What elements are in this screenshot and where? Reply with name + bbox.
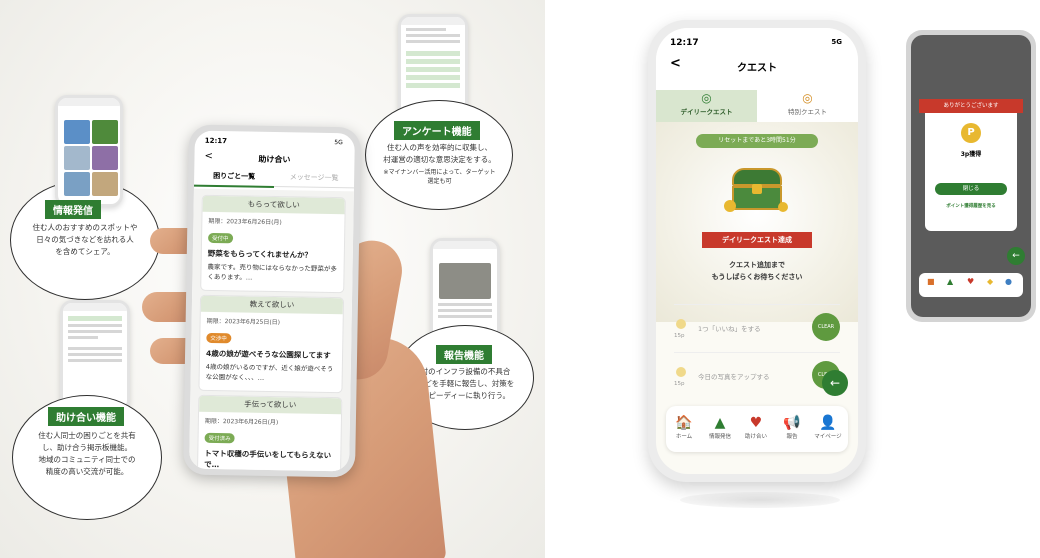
wait-message-line1: クエスト追加まで — [729, 261, 785, 269]
card-deadline: 期限：2023年6月26日(月) — [208, 217, 282, 227]
quest-points: 15p — [674, 333, 685, 339]
quest-phone-screen: 12:17 5G < クエスト ◎ デイリークエスト ◎ 特別クエスト リセット… — [656, 28, 858, 474]
home-icon: ■ — [927, 277, 935, 286]
survey-tag: アンケート機能 — [394, 121, 480, 140]
card-title: 野菜をもらってくれませんか？ — [207, 248, 313, 260]
request-card[interactable]: 教えて欲しい 期限：2023年6月25日(日) 交渉中 4歳の娘が遊べそうな公園… — [198, 294, 345, 394]
back-arrow-icon[interactable]: ← — [1007, 247, 1025, 265]
stage: 情報発信 住む人のおすすめのスポットや 日々の気づきなどを訪れる人 を含めてシェ… — [0, 0, 1040, 558]
tab-messages[interactable]: メッセージ一覧 — [273, 172, 355, 189]
card-deadline: 期限：2023年6月26日(月) — [204, 417, 279, 427]
status-badge: 受付済み — [204, 432, 235, 444]
survey-description: 住む人の声を効率的に収集し、 村運営の適切な意思決定をする。 — [383, 143, 496, 164]
nav-mypage[interactable]: 👤 マイページ — [810, 414, 846, 440]
points-history-link[interactable]: ポイント獲得履歴を見る — [925, 203, 1017, 209]
request-card[interactable]: もらって欲しい 期限：2023年6月26日(月) 受付中 野菜をもらってくれませ… — [200, 194, 346, 294]
reset-timer: リセットまであと3時間51分 — [696, 134, 818, 148]
report-tag: 報告機能 — [436, 345, 492, 364]
info-mini-phone — [55, 95, 123, 207]
reward-phone: ありがとうございます P 3p獲得 閉じる ポイント獲得履歴を見る ← ■ ▲ … — [906, 30, 1036, 322]
treasure-chest-icon — [724, 168, 788, 212]
clear-badge: CLEAR — [812, 313, 840, 341]
tab-label: デイリークエスト — [680, 108, 733, 116]
status-time: 12:17 — [670, 38, 699, 48]
page-title: クエスト — [737, 63, 777, 74]
heart-icon: ♥ — [967, 277, 975, 286]
nav-home[interactable]: 🏠 ホーム — [666, 414, 702, 440]
info-description: 住む人のおすすめのスポットや 日々の気づきなどを訪れる人 を含めてシェア。 — [32, 223, 138, 256]
close-button[interactable]: 閉じる — [935, 183, 1007, 195]
nav-help[interactable]: ♥ 助け合い — [738, 414, 774, 440]
status-badge: 受付中 — [208, 232, 233, 244]
back-arrow-icon[interactable]: ← — [822, 370, 848, 396]
home-icon: 🏠 — [675, 415, 693, 431]
page-title: 助け合い — [258, 154, 291, 165]
megaphone-icon: ◆ — [987, 277, 994, 286]
card-category: 手伝って欲しい — [199, 395, 342, 415]
card-category: 教えて欲しい — [200, 295, 344, 315]
tab-label: 特別クエスト — [788, 108, 827, 116]
coin-icon — [676, 319, 686, 329]
card-deadline: 期限：2023年6月25日(日) — [206, 317, 281, 327]
bottom-nav: 🏠 ホーム ▲ 情報発信 ♥ 助け合い 📢 報告 👤 マイページ — [666, 406, 848, 452]
help-description: 住む人同士の困りごとを共有 し、助け合う掲示板機能。 地域のコミュニティ同士での… — [38, 431, 136, 476]
points-earned: 3p獲得 — [960, 151, 982, 158]
achievement-banner: デイリークエスト達成 — [702, 232, 812, 248]
quest-phone: 12:17 5G < クエスト ◎ デイリークエスト ◎ 特別クエスト リセット… — [648, 20, 866, 482]
tree-icon: ▲ — [714, 415, 726, 431]
coin-icon — [676, 367, 686, 377]
quest-row[interactable]: 15p 今日の写真をアップする CLEAR — [674, 352, 840, 400]
tab-daily-quest[interactable]: ◎ デイリークエスト — [656, 90, 757, 122]
tab-troubles[interactable]: 困りごと一覧 — [193, 170, 275, 189]
tree-icon: ▲ — [947, 277, 954, 286]
card-title: トマト収穫の手伝いをしてもらえないで… — [204, 448, 332, 470]
quest-points: 15p — [674, 381, 685, 387]
quest-row[interactable]: 15p 1つ「いいね」をする CLEAR — [674, 304, 840, 352]
wait-message-line2: もうしばらくお待ちください — [711, 273, 803, 281]
thanks-banner: ありがとうございます — [919, 99, 1023, 113]
nav-info[interactable]: ▲ 情報発信 — [702, 414, 738, 440]
card-body: 農家です。売り物にはならなかった野菜が多くあります。… — [207, 262, 337, 282]
quest-text: 今日の写真をアップする — [698, 373, 770, 381]
target-icon: ◎ — [701, 91, 712, 105]
reward-phone-screen: ありがとうございます P 3p獲得 閉じる ポイント獲得履歴を見る ← ■ ▲ … — [911, 35, 1031, 317]
status-badge: 交渉中 — [206, 332, 231, 344]
target-icon: ◎ — [802, 91, 813, 105]
nav-report[interactable]: 📢 報告 — [774, 414, 810, 440]
tab-special-quest[interactable]: ◎ 特別クエスト — [757, 90, 858, 122]
request-card[interactable]: 手伝って欲しい 期限：2023年6月26日(月) 受付済み トマト収穫の手伝いを… — [196, 394, 343, 472]
megaphone-icon: 📢 — [783, 415, 801, 431]
survey-note: ※マイナンバー活用によって、ターゲット 選定も可 — [383, 169, 496, 185]
main-phone-screen: 12:17 5G < 助け合い 困りごと一覧 メッセージ一覧 もらって欲しい 期… — [189, 130, 355, 472]
card-title: 4歳の娘が遊べそうな公園探してます — [205, 348, 331, 361]
reward-bottom-nav: ■ ▲ ♥ ◆ ● — [919, 273, 1023, 297]
quest-text: 1つ「いいね」をする — [698, 325, 761, 333]
person-icon: ● — [1005, 277, 1012, 286]
help-tag: 助け合い機能 — [48, 407, 124, 426]
status-time: 12:17 — [204, 136, 228, 146]
phone-shadow — [680, 492, 840, 508]
main-phone: 12:17 5G < 助け合い 困りごと一覧 メッセージ一覧 もらって欲しい 期… — [182, 124, 362, 478]
person-icon: 👤 — [819, 415, 837, 431]
heart-icon: ♥ — [749, 415, 763, 431]
card-body: 4歳の娘がいるのですが、近く娘が遊べそうな公園がなく、、、… — [205, 362, 334, 382]
status-signal: 5G — [334, 139, 343, 147]
status-signal: 5G — [831, 38, 842, 46]
info-tag: 情報発信 — [45, 200, 101, 219]
coin-icon: P — [961, 123, 981, 143]
reward-dialog: ありがとうございます P 3p獲得 閉じる ポイント獲得履歴を見る — [919, 99, 1023, 231]
card-category: もらって欲しい — [202, 195, 345, 215]
